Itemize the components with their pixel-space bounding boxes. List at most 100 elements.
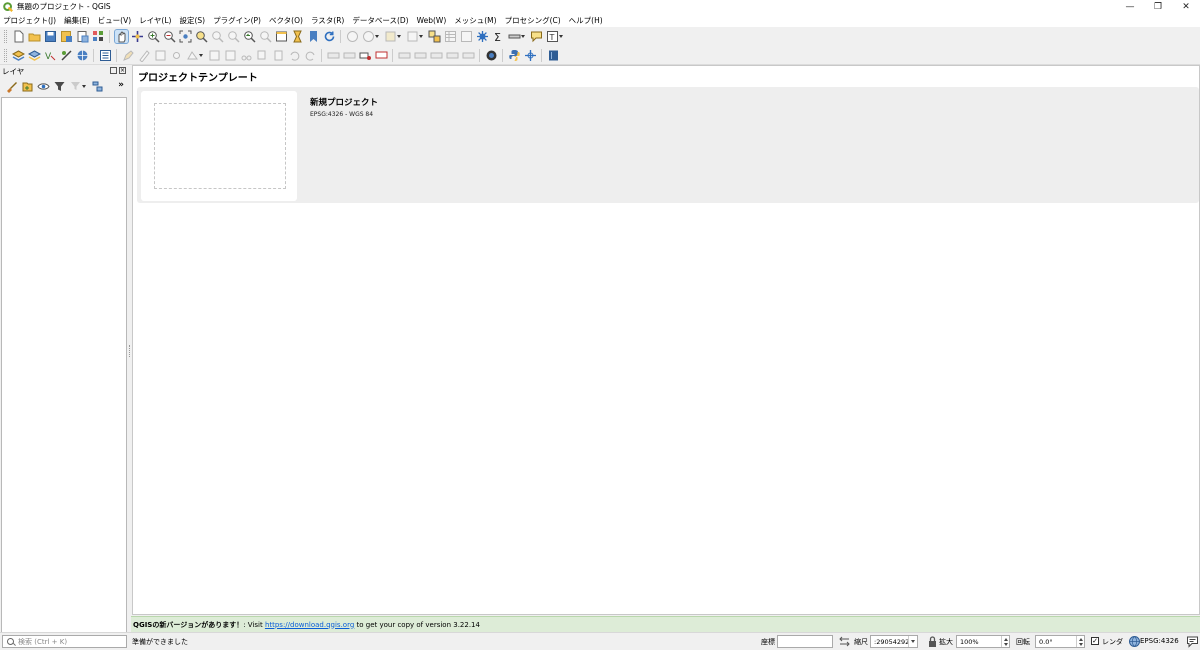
- map-tips-icon[interactable]: [530, 30, 543, 43]
- rotation-spinbox[interactable]: 0.0°: [1035, 635, 1085, 648]
- dropdown-arrow-icon[interactable]: [397, 34, 402, 39]
- label-tool-icon[interactable]: [327, 49, 340, 62]
- render-checkbox[interactable]: ✓: [1091, 637, 1099, 645]
- new-geopackage-layer-icon[interactable]: [27, 49, 41, 62]
- bookmark-icon[interactable]: [307, 30, 320, 43]
- deselect-icon[interactable]: [406, 30, 419, 43]
- menu-mesh[interactable]: メッシュ(M): [454, 15, 496, 26]
- save-project-icon[interactable]: [44, 30, 57, 43]
- manage-visibility-icon[interactable]: [36, 80, 50, 93]
- field-calculator-icon[interactable]: [460, 30, 473, 43]
- scale-combobox[interactable]: :29054292: [870, 635, 918, 648]
- menu-database[interactable]: データベース(D): [352, 15, 408, 26]
- download-link[interactable]: https://download.qgis.org: [265, 621, 354, 629]
- add-group-icon[interactable]: [21, 80, 34, 93]
- toolbar-grip[interactable]: [4, 48, 7, 62]
- menu-edit[interactable]: 編集(E): [64, 15, 90, 26]
- gps-icon[interactable]: [485, 49, 498, 62]
- pan-to-selection-icon[interactable]: [131, 30, 144, 43]
- add-vector-layer-icon[interactable]: V: [44, 49, 57, 62]
- filter-legend-icon[interactable]: [53, 80, 66, 93]
- menu-settings[interactable]: 設定(S): [179, 15, 205, 26]
- digitize-icon[interactable]: [186, 49, 199, 62]
- label-pin-icon[interactable]: [359, 49, 372, 62]
- spin-arrows-icon[interactable]: [1076, 636, 1084, 647]
- cut-features-icon[interactable]: [240, 49, 253, 62]
- help-contents-icon[interactable]: [547, 49, 560, 62]
- float-panel-button[interactable]: [110, 67, 117, 74]
- change-label-icon[interactable]: [430, 49, 443, 62]
- add-wms-layer-icon[interactable]: [76, 49, 89, 62]
- locate-icon[interactable]: [524, 49, 537, 62]
- processing-toolbox-icon[interactable]: [476, 30, 489, 43]
- dropdown-arrow-icon[interactable]: [82, 84, 87, 89]
- crs-globe-icon[interactable]: [1128, 635, 1141, 648]
- zoom-last-icon[interactable]: [243, 30, 256, 43]
- measure-line-icon[interactable]: [508, 30, 521, 43]
- save-edits-icon[interactable]: [154, 49, 167, 62]
- layer-tree[interactable]: [1, 97, 127, 633]
- restore-button[interactable]: ❐: [1144, 0, 1172, 13]
- close-button[interactable]: ✕: [1172, 0, 1200, 13]
- vertex-tool-icon[interactable]: [208, 49, 221, 62]
- menu-plugins[interactable]: プラグイン(P): [213, 15, 261, 26]
- open-project-icon[interactable]: [28, 30, 41, 43]
- print-layout-icon[interactable]: [76, 30, 89, 43]
- dropdown-arrow-icon[interactable]: [559, 34, 564, 39]
- move-label-icon[interactable]: [398, 49, 411, 62]
- dropdown-arrow-icon[interactable]: [419, 34, 424, 39]
- spin-arrows-icon[interactable]: [1001, 636, 1009, 647]
- coordinate-field[interactable]: [777, 635, 833, 648]
- menu-processing[interactable]: プロセシング(C): [505, 15, 561, 26]
- add-feature-icon[interactable]: [170, 49, 183, 62]
- zoom-full-icon[interactable]: [179, 30, 192, 43]
- current-edits-icon[interactable]: [122, 49, 135, 62]
- new-project-icon[interactable]: [12, 30, 25, 43]
- dropdown-arrow-icon[interactable]: [908, 636, 917, 647]
- text-annotation-icon[interactable]: T: [546, 30, 559, 43]
- refresh-icon[interactable]: [323, 30, 336, 43]
- zoom-to-selection-icon[interactable]: [195, 30, 208, 43]
- magnifier-spinbox[interactable]: 100%: [956, 635, 1010, 648]
- attribute-table-icon[interactable]: [444, 30, 457, 43]
- menu-help[interactable]: ヘルプ(H): [569, 15, 603, 26]
- save-as-icon[interactable]: [60, 30, 73, 43]
- redo-icon[interactable]: [304, 49, 317, 62]
- undo-icon[interactable]: [288, 49, 301, 62]
- statistical-summary-icon[interactable]: Σ: [492, 30, 505, 44]
- data-source-manager-icon[interactable]: [11, 49, 25, 62]
- menu-raster[interactable]: ラスタ(R): [311, 15, 344, 26]
- delete-selected-icon[interactable]: [224, 49, 237, 62]
- crs-label[interactable]: EPSG:4326: [1140, 637, 1179, 645]
- menu-vector[interactable]: ベクタ(O): [269, 15, 303, 26]
- locator-search-input[interactable]: 検索 (Ctrl + K): [2, 635, 127, 648]
- minimize-button[interactable]: —: [1116, 0, 1144, 13]
- label-highlight-icon[interactable]: [375, 49, 388, 62]
- zoom-out-icon[interactable]: [163, 30, 176, 43]
- new-map-view-icon[interactable]: [275, 30, 288, 43]
- identify-features-icon[interactable]: [346, 30, 359, 43]
- more-tools-button[interactable]: »: [118, 80, 124, 90]
- select-features-icon[interactable]: [384, 30, 397, 43]
- label-layer-icon[interactable]: [343, 49, 356, 62]
- menu-project[interactable]: プロジェクト(J): [3, 15, 56, 26]
- label-rule-icon[interactable]: [462, 49, 475, 62]
- close-panel-button[interactable]: ×: [119, 67, 126, 74]
- dropdown-arrow-icon[interactable]: [199, 53, 204, 58]
- copy-features-icon[interactable]: [256, 49, 269, 62]
- pan-map-icon[interactable]: [113, 29, 129, 44]
- rotate-label-icon[interactable]: [414, 49, 427, 62]
- filter-expression-icon[interactable]: [69, 80, 82, 93]
- toolbar-grip[interactable]: [4, 30, 7, 43]
- messages-icon[interactable]: [1186, 635, 1199, 648]
- zoom-native-icon[interactable]: [227, 30, 240, 43]
- layer-properties-icon[interactable]: [99, 49, 112, 62]
- menu-view[interactable]: ビュー(V): [98, 15, 131, 26]
- expand-all-icon[interactable]: [91, 80, 104, 93]
- menu-web[interactable]: Web(W): [417, 16, 447, 25]
- zoom-in-icon[interactable]: [147, 30, 160, 43]
- zoom-to-layer-icon[interactable]: [211, 30, 224, 43]
- paste-features-icon[interactable]: [272, 49, 285, 62]
- dropdown-arrow-icon[interactable]: [521, 34, 526, 39]
- toggle-extents-icon[interactable]: [838, 635, 851, 648]
